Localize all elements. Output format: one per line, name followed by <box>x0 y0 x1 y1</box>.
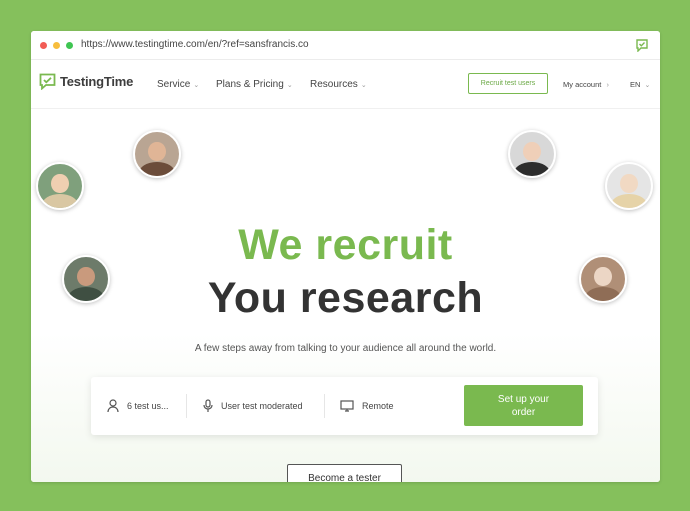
order-form: 6 test us... User test moderated Remote … <box>91 377 598 435</box>
nav-plans-pricing[interactable]: Plans & Pricing ⌄ <box>216 79 293 90</box>
headline-we-recruit: We recruit <box>238 221 453 269</box>
nav-plans-pricing-label: Plans & Pricing <box>216 79 284 90</box>
set-up-order-button[interactable]: Set up your order <box>464 385 583 426</box>
divider <box>324 394 325 418</box>
become-a-tester-button[interactable]: Become a tester <box>287 464 402 482</box>
location-selector[interactable]: Remote <box>340 377 394 435</box>
url-field[interactable]: https://www.testingtime.com/en/?ref=sans… <box>81 39 309 50</box>
language-selector[interactable]: EN ⌄ <box>630 80 650 89</box>
chevron-down-icon: ⌄ <box>193 81 200 89</box>
close-window-dot[interactable] <box>40 42 47 49</box>
chevron-down-icon: ⌄ <box>360 81 367 89</box>
tester-avatar-photo <box>36 162 84 210</box>
browser-address-bar: https://www.testingtime.com/en/?ref=sans… <box>31 31 660 60</box>
minimize-window-dot[interactable] <box>53 42 60 49</box>
site-header: TestingTime Service ⌄ Plans & Pricing ⌄ … <box>31 60 660 109</box>
testingtime-extension-icon[interactable] <box>635 38 649 53</box>
language-label: EN <box>630 80 641 89</box>
hero-section: We recruit You research A few steps away… <box>31 109 660 482</box>
logo-text: TestingTime <box>60 74 134 89</box>
user-icon <box>107 399 119 413</box>
nav-service-label: Service <box>157 79 191 90</box>
divider <box>186 394 187 418</box>
tester-avatar-photo <box>508 130 556 178</box>
my-account-label: My account <box>563 80 602 89</box>
logo[interactable]: TestingTime <box>39 73 133 90</box>
chevron-down-icon: ⌄ <box>286 81 293 89</box>
chevron-right-icon: › <box>606 80 609 89</box>
nav-resources-label: Resources <box>310 79 358 90</box>
location-value: Remote <box>362 401 394 411</box>
tester-avatar-photo <box>605 162 653 210</box>
nav-service[interactable]: Service ⌄ <box>157 79 199 90</box>
test-type-value: User test moderated <box>221 401 303 411</box>
chevron-down-icon: ⌄ <box>644 82 651 89</box>
nav-resources[interactable]: Resources ⌄ <box>310 79 367 90</box>
test-type-selector[interactable]: User test moderated <box>203 377 303 435</box>
headline-you-research: You research <box>207 274 484 322</box>
microphone-icon <box>203 399 213 412</box>
my-account-link[interactable]: My account › <box>563 80 609 89</box>
hero-subtitle: A few steps away from talking to your au… <box>194 343 497 354</box>
browser-window: https://www.testingtime.com/en/?ref=sans… <box>31 31 660 482</box>
test-users-selector[interactable]: 6 test us... <box>107 377 169 435</box>
recruit-test-users-button[interactable]: Recruit test users <box>468 73 548 94</box>
test-users-value: 6 test us... <box>127 401 169 411</box>
logo-chat-check-icon <box>39 73 56 90</box>
monitor-icon <box>340 400 354 412</box>
tester-avatar-photo <box>133 130 181 178</box>
maximize-window-dot[interactable] <box>66 42 73 49</box>
